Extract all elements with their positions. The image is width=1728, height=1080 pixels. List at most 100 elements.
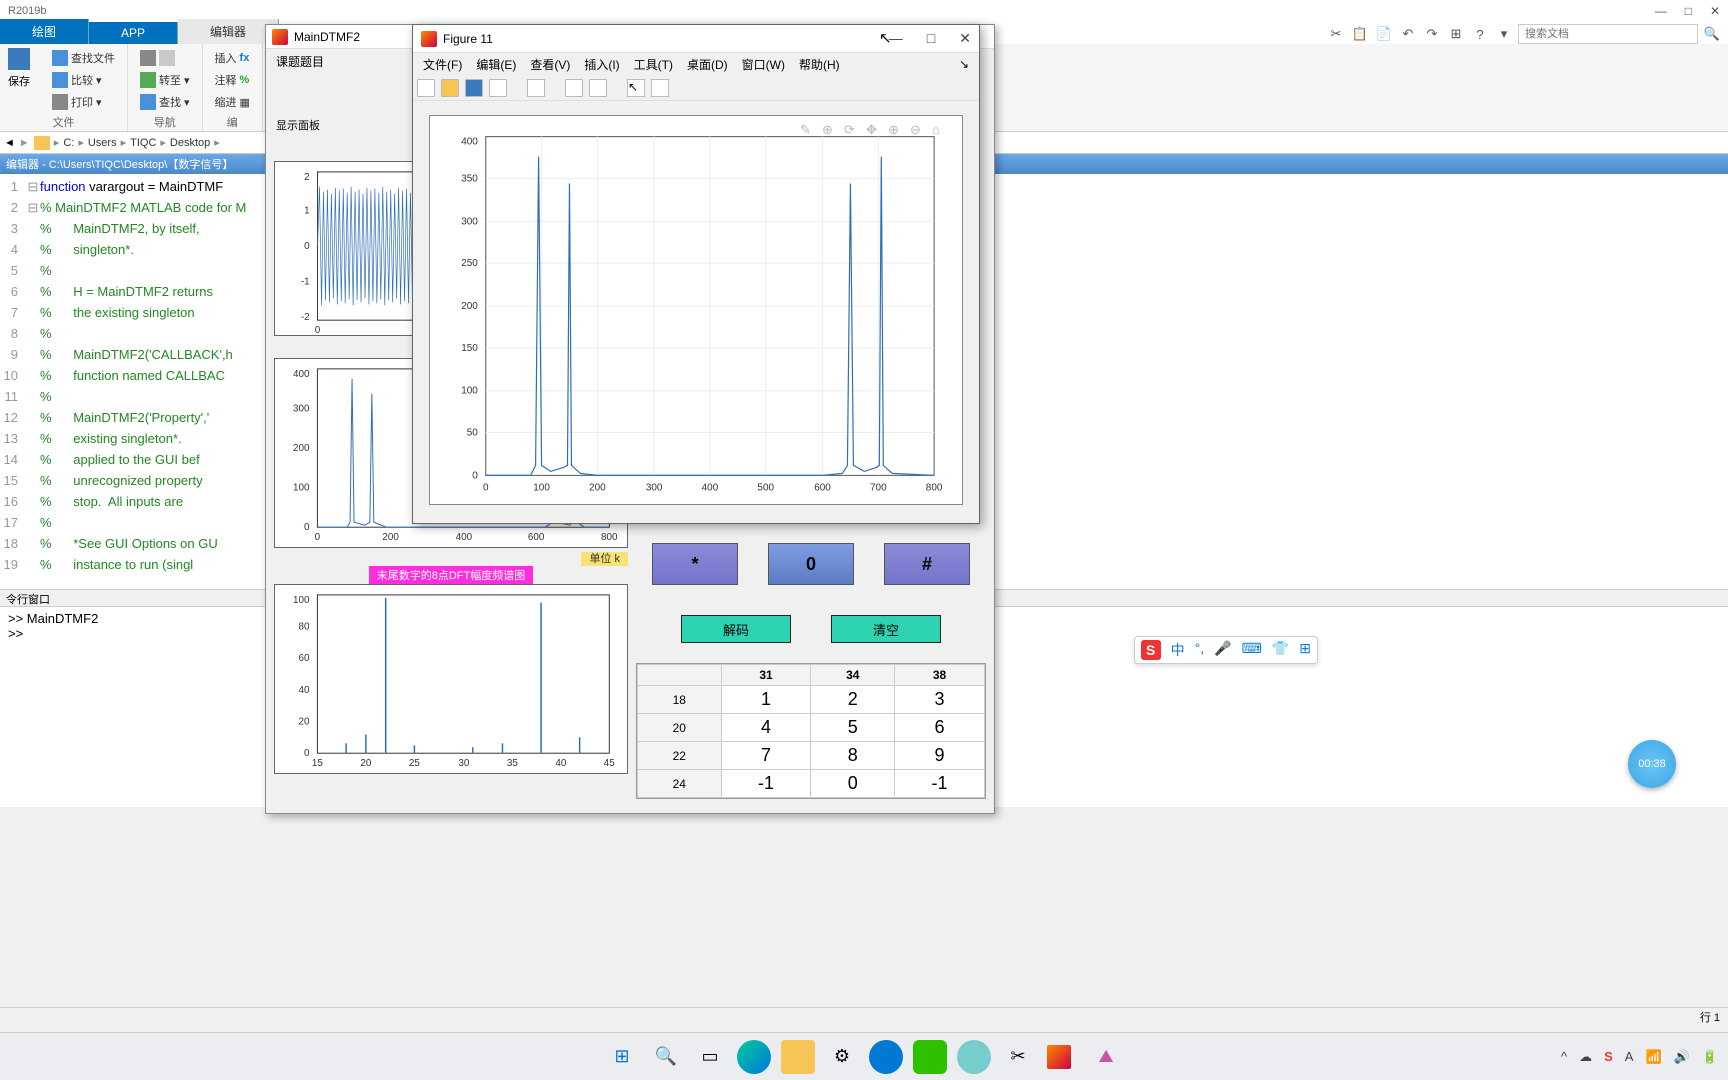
tray-chevron-icon[interactable]: ^ [1561, 1049, 1567, 1064]
recording-timer[interactable]: 00:38 [1628, 740, 1676, 788]
forward-arrow-icon [159, 50, 175, 66]
new-figure-icon[interactable] [417, 79, 435, 97]
edge-icon[interactable] [737, 1040, 771, 1074]
menu-insert[interactable]: 插入(I) [578, 54, 625, 75]
menu-desktop[interactable]: 桌面(D) [681, 54, 734, 75]
result-table[interactable]: 313438 18123 20456 22789 24-10-1 [636, 663, 986, 799]
undo-icon[interactable]: ↶ [1398, 24, 1418, 44]
tab-app[interactable]: APP [89, 22, 178, 44]
datatip-icon[interactable]: ⊕ [822, 122, 838, 138]
print-icon[interactable] [489, 79, 507, 97]
figure-titlebar[interactable]: Figure 11 — □ ✕ [413, 25, 979, 53]
menu-more-icon[interactable]: ↘ [953, 55, 975, 73]
maximize-icon[interactable]: □ [927, 30, 935, 47]
save-button[interactable]: 保存 [8, 48, 44, 112]
decode-button[interactable]: 解码 [681, 615, 791, 643]
indent-button[interactable]: 缩进 ▦ [211, 92, 254, 112]
redo-icon[interactable]: ↷ [1422, 24, 1442, 44]
tray-wifi-icon[interactable]: 📶 [1645, 1049, 1661, 1065]
settings-icon[interactable]: ⚙ [825, 1040, 859, 1074]
nav-back-forward[interactable] [136, 48, 194, 68]
keypad-zero[interactable]: 0 [768, 543, 854, 585]
crumb-users[interactable]: Users [88, 137, 117, 149]
explorer-icon[interactable] [781, 1040, 815, 1074]
wechat-icon[interactable] [913, 1040, 947, 1074]
search-icon[interactable]: 🔍 [649, 1040, 683, 1074]
ime-lang[interactable]: 中 [1171, 640, 1185, 660]
folder-icon[interactable] [34, 136, 50, 150]
ime-keyboard-icon[interactable]: ⌨ [1242, 640, 1262, 660]
tray-volume-icon[interactable]: 🔊 [1674, 1049, 1690, 1065]
keypad-hash[interactable]: # [884, 543, 970, 585]
pan-icon[interactable]: ✥ [866, 122, 882, 138]
snip-icon[interactable]: ✂ [1001, 1040, 1035, 1074]
ime-punct-icon[interactable]: °, [1195, 640, 1205, 660]
clear-button[interactable]: 清空 [831, 615, 941, 643]
tab-editor[interactable]: 编辑器 [178, 19, 279, 44]
svg-text:0: 0 [472, 470, 478, 481]
keypad-star[interactable]: * [652, 543, 738, 585]
link-icon[interactable] [527, 79, 545, 97]
find-button[interactable]: 查找 ▾ [136, 92, 194, 112]
menu-window[interactable]: 窗口(W) [736, 54, 791, 75]
tray-lang-icon[interactable]: A [1625, 1049, 1634, 1064]
menu-edit[interactable]: 编辑(E) [470, 54, 522, 75]
switch-windows-icon[interactable]: ⊞ [1446, 24, 1466, 44]
home-icon[interactable]: ⌂ [932, 122, 948, 138]
goto-button[interactable]: 转至 ▾ [136, 70, 194, 90]
tray-onedrive-icon[interactable]: ☁ [1579, 1049, 1592, 1065]
ime-toolbar[interactable]: S 中 °, 🎤 ⌨ 👕 ⊞ [1134, 636, 1318, 664]
colorbar-icon[interactable] [589, 79, 607, 97]
svg-text:200: 200 [382, 532, 399, 543]
compare-button[interactable]: 比较 ▾ [48, 70, 119, 90]
search-input[interactable] [1518, 24, 1698, 44]
menu-help[interactable]: 帮助(H) [793, 54, 846, 75]
dock-icon[interactable] [565, 79, 583, 97]
figure-axes[interactable]: ✎ ⊕ ⟳ ✥ ⊕ ⊖ ⌂ [429, 115, 963, 505]
ime-skin-icon[interactable]: 👕 [1272, 640, 1289, 660]
insert-button[interactable]: 插入 fx [211, 48, 254, 68]
ime-menu-icon[interactable]: ⊞ [1299, 640, 1311, 660]
back-icon[interactable]: ◄ [4, 137, 15, 149]
matlab-taskbar-icon[interactable] [1045, 1040, 1079, 1074]
paste-icon[interactable]: 📄 [1374, 24, 1394, 44]
ime-sogou-icon[interactable]: S [1141, 640, 1161, 660]
close-icon[interactable]: ✕ [959, 30, 971, 47]
zoomin-icon[interactable]: ⊕ [888, 122, 904, 138]
tray-sogou-icon[interactable]: S [1604, 1049, 1613, 1064]
pointer-icon[interactable]: ↖ [627, 79, 645, 97]
zoomout-icon[interactable]: ⊖ [910, 122, 926, 138]
menu-file[interactable]: 文件(F) [417, 54, 468, 75]
forward-icon[interactable]: ► [19, 137, 30, 149]
minimize-icon[interactable]: — [889, 30, 903, 47]
tab-plot[interactable]: 绘图 [0, 19, 89, 44]
ime-mic-icon[interactable]: 🎤 [1214, 640, 1231, 660]
cut-icon[interactable]: ✂ [1326, 24, 1346, 44]
find-files-button[interactable]: 查找文件 [48, 48, 119, 68]
browser-icon[interactable] [869, 1040, 903, 1074]
minimize-icon[interactable]: — [1655, 4, 1667, 18]
save-icon[interactable] [465, 79, 483, 97]
brush-icon[interactable]: ✎ [800, 122, 816, 138]
task-view-icon[interactable]: ▭ [693, 1040, 727, 1074]
start-button[interactable]: ⊞ [605, 1040, 639, 1074]
app-icon[interactable] [957, 1040, 991, 1074]
legend-icon[interactable] [651, 79, 669, 97]
search-icon[interactable]: 🔍 [1702, 24, 1722, 44]
open-icon[interactable] [441, 79, 459, 97]
crumb-c[interactable]: C: [63, 137, 74, 149]
close-icon[interactable]: ✕ [1710, 4, 1720, 18]
maximize-icon[interactable]: □ [1685, 4, 1692, 18]
print-button[interactable]: 打印 ▾ [48, 92, 119, 112]
crumb-desktop[interactable]: Desktop [170, 137, 210, 149]
copy-icon[interactable]: 📋 [1350, 24, 1370, 44]
menu-view[interactable]: 查看(V) [524, 54, 576, 75]
comment-button[interactable]: 注释 % [211, 70, 254, 90]
help-icon[interactable]: ? [1470, 24, 1490, 44]
tray-battery-icon[interactable]: 🔋 [1702, 1049, 1718, 1065]
rotate-icon[interactable]: ⟳ [844, 122, 860, 138]
app2-icon[interactable]: ⛰ [1089, 1040, 1123, 1074]
crumb-tiqc[interactable]: TIQC [130, 137, 156, 149]
menu-tools[interactable]: 工具(T) [628, 54, 679, 75]
community-icon[interactable]: ▾ [1494, 24, 1514, 44]
